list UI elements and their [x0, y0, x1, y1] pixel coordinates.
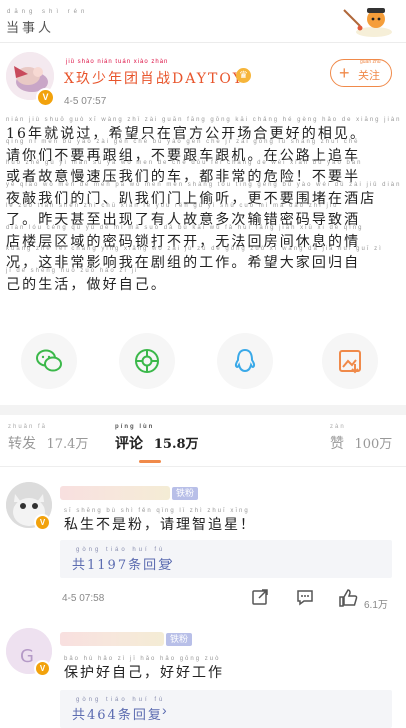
post-line: nián jiù shuō guò xī wàng zhǐ zài guān f…: [6, 117, 400, 142]
reply-summary-link[interactable]: gòng tiáo huí fù 共464条回复 ›: [60, 690, 392, 728]
comment-pinyin: píng lùn: [115, 424, 155, 430]
share-icon[interactable]: [251, 588, 269, 606]
commenter-name-blurred[interactable]: [60, 486, 170, 500]
like-count: 100: [354, 437, 380, 452]
reply-summary: 共1197条回复: [72, 558, 174, 573]
comment-count: 15.8: [153, 437, 186, 452]
title-pinyin: dāng shì rén: [7, 9, 89, 15]
reply-pinyin: gòng tiáo huí fù: [76, 547, 166, 553]
comment-icon[interactable]: [296, 588, 314, 606]
moments-icon: [135, 349, 159, 373]
active-tab-indicator: [139, 460, 161, 463]
repost-pinyin: zhuǎn fā: [8, 424, 48, 430]
repost-count: 17.4: [46, 437, 76, 452]
save-image-icon: [339, 350, 361, 374]
verified-badge-icon: V: [34, 660, 51, 677]
top-bar: dāng shì rén 当事人: [0, 0, 406, 43]
post-line: le zuó tiān shèn zhì chū xiàn le yǒu rén…: [6, 203, 400, 228]
share-moments-button[interactable]: [119, 333, 175, 389]
like-label: 赞: [330, 436, 344, 452]
reply-summary: 共464条回复: [72, 708, 163, 723]
author-pinyin: jiǔ shào nián tuán xiào zhàn: [66, 59, 169, 65]
reply-summary-link[interactable]: gòng tiáo huí fù 共1197条回复 ›: [60, 540, 392, 578]
chevron-right-icon: ›: [168, 552, 173, 568]
comment-unit: 万: [185, 437, 199, 452]
follow-pinyin: guān zhù: [360, 59, 381, 65]
post-line-text: 己的生活，做好自己。: [6, 276, 167, 293]
plus-icon: +: [339, 63, 350, 83]
chevron-right-icon: ›: [162, 702, 167, 718]
tab-underline: [0, 466, 406, 467]
comment-like-count: 6.1万: [364, 600, 388, 611]
comment-text: 私生不是粉，请理智追星！: [64, 517, 256, 533]
tab-repost[interactable]: zhuǎn fā 转发 17.4万: [8, 424, 89, 453]
mascot-illustration: [343, 8, 392, 37]
follow-button[interactable]: + guān zhù 关注: [330, 59, 392, 87]
verified-badge-icon: V: [36, 88, 55, 107]
tab-comment[interactable]: píng lùn 评论 15.8万: [115, 424, 199, 453]
post-line: huò zhě gù yì màn sù yā wǒ men de chē dō…: [6, 160, 400, 185]
commenter-name-blurred[interactable]: [60, 632, 164, 646]
fan-badge: 铁粉: [166, 633, 193, 646]
svg-text:G: G: [20, 646, 34, 667]
author-name[interactable]: X玖少年团肖战DAYTOY: [64, 68, 244, 88]
comment-time: 4-5 07:58: [62, 593, 105, 604]
qq-icon: [234, 348, 256, 373]
share-wechat-button[interactable]: [21, 333, 77, 389]
comment-label: 评论: [115, 436, 143, 452]
comment-text: 保护好自己，好好工作: [64, 665, 224, 681]
tab-like[interactable]: zàn 赞 100万: [330, 424, 393, 453]
follow-label: 关注: [358, 69, 380, 82]
repost-label: 转发: [8, 436, 36, 452]
like-icon[interactable]: [338, 588, 358, 608]
reply-pinyin: gòng tiáo huí fù: [76, 697, 166, 703]
crown-icon: ♛: [236, 68, 251, 83]
post-body: nián jiù shuō guò xī wàng zhǐ zài guān f…: [6, 117, 400, 293]
post-line: diàn lóu céng qū yù de mì mǎ suǒ dǎ bù k…: [6, 225, 400, 250]
page-title: 当事人: [6, 21, 55, 36]
post-line: kuàng zhè fēi cháng yǐng xiǎng wǒ zài jù…: [6, 246, 400, 271]
wechat-icon: [36, 349, 62, 372]
section-divider: [0, 405, 406, 415]
share-qq-button[interactable]: [217, 333, 273, 389]
like-pinyin: zàn: [330, 424, 346, 430]
verified-badge-icon: V: [34, 514, 51, 531]
repost-unit: 万: [75, 437, 89, 452]
like-unit: 万: [379, 437, 393, 452]
post-line: jǐ de shēng huó zuò hǎo zì jǐ 己的生活，做好自己。: [6, 268, 400, 293]
post-line: qǐng nǐ men bú yào zài gēn chē bú yào gē…: [6, 139, 400, 164]
post-line: yè qiāo wǒ men de mén pā wǒ men mén shàn…: [6, 182, 400, 207]
post-time: 4-5 07:57: [64, 96, 107, 107]
save-image-button[interactable]: [322, 333, 378, 389]
fan-badge: 铁粉: [172, 487, 199, 500]
